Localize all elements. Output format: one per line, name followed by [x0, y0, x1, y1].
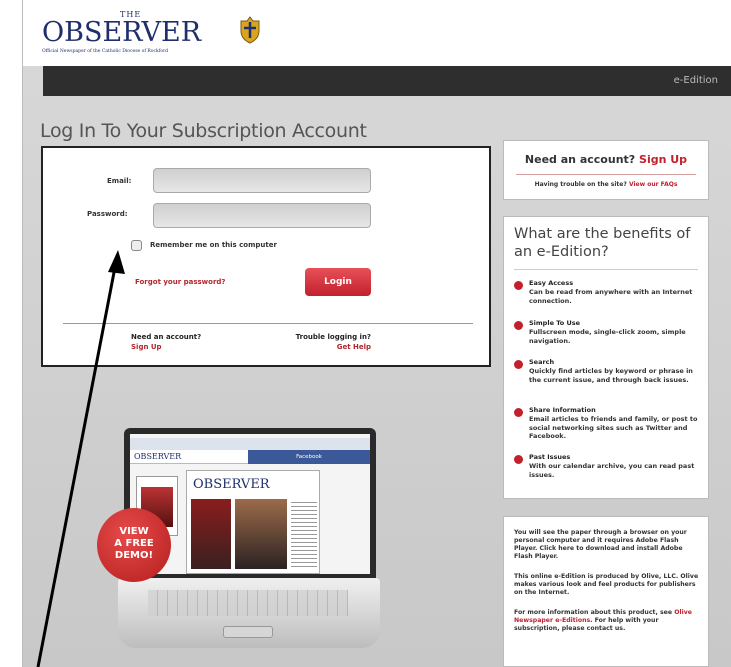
- benefit-desc: Can be read from anywhere with an Intern…: [529, 288, 693, 305]
- laptop-keyboard: [148, 590, 348, 616]
- top-navbar: e-Edition: [43, 66, 731, 96]
- screen-facebook-tab: Facebook: [248, 450, 370, 464]
- info-olive-text: This online e-Edition is produced by Oli…: [514, 573, 699, 596]
- remember-me-checkbox[interactable]: [131, 240, 142, 251]
- screen-photo: [191, 499, 231, 569]
- info-contact-text: For more information about this product,…: [514, 609, 702, 633]
- trouble-text: Trouble logging in?: [295, 333, 371, 341]
- sign-up-link[interactable]: Sign Up: [131, 342, 201, 352]
- need-account-block: Need an account? Sign Up: [131, 332, 201, 352]
- password-label: Password:: [87, 210, 128, 218]
- trouble-block: Trouble logging in? Get Help: [269, 332, 371, 352]
- bullet-icon: [514, 360, 523, 369]
- benefits-divider: [514, 269, 698, 270]
- password-field[interactable]: [153, 203, 371, 228]
- signup-title: Need an account? Sign Up: [504, 153, 708, 166]
- badge-line-1: VIEW: [119, 526, 149, 537]
- benefit-title: Past Issues: [529, 453, 571, 461]
- logo-name: OBSERVER: [42, 17, 202, 48]
- page-frame: THE OBSERVER Official Newspaper of the C…: [22, 0, 731, 667]
- signup-divider: [516, 174, 696, 175]
- screen-logo: OBSERVER: [193, 477, 270, 492]
- forgot-password-link[interactable]: Forgot your password?: [135, 278, 225, 286]
- benefit-title: Easy Access: [529, 279, 574, 287]
- bullet-icon: [514, 321, 523, 330]
- benefit-title: Share Information: [529, 406, 596, 414]
- sidebar-sign-up-link[interactable]: Sign Up: [639, 153, 687, 166]
- email-label: Email:: [107, 177, 132, 185]
- masthead: THE OBSERVER Official Newspaper of the C…: [23, 0, 731, 66]
- login-heading: Log In To Your Subscription Account: [40, 120, 367, 142]
- benefit-desc: Quickly find articles by keyword or phra…: [529, 367, 693, 384]
- laptop-trackpad: [223, 626, 273, 638]
- logo-tagline: Official Newspaper of the Catholic Dioce…: [42, 49, 169, 54]
- login-button[interactable]: Login: [305, 268, 371, 296]
- screen-mini-logo: OBSERVER: [134, 452, 182, 461]
- nav-e-edition-link[interactable]: e-Edition: [674, 75, 718, 86]
- info-contact-a: For more information about this product,…: [514, 609, 673, 616]
- bullet-icon: [514, 408, 523, 417]
- screen-text-column: [291, 499, 317, 569]
- benefit-desc: With our calendar archive, you can read …: [529, 462, 695, 479]
- laptop-base: [118, 578, 380, 648]
- remember-me-label: Remember me on this computer: [150, 241, 277, 249]
- info-flash-text: You will see the paper through a browser…: [514, 529, 687, 560]
- screen-photo: [235, 499, 287, 569]
- screen-toolbar: [130, 438, 370, 450]
- login-panel: Email: Password: Remember me on this com…: [41, 146, 491, 367]
- get-help-link[interactable]: Get Help: [269, 342, 371, 352]
- benefit-title: Simple To Use: [529, 319, 581, 327]
- benefits-heading: What are the benefits of an e-Edition?: [514, 226, 691, 260]
- info-box: You will see the paper through a browser…: [503, 516, 709, 667]
- benefit-desc: Fullscreen mode, single-click zoom, simp…: [529, 328, 686, 345]
- bullet-icon: [514, 281, 523, 290]
- benefits-box: What are the benefits of an e-Edition? E…: [503, 216, 709, 499]
- screen-newspaper-page: OBSERVER: [186, 470, 320, 574]
- signup-box: Need an account? Sign Up Having trouble …: [503, 140, 709, 200]
- faq-line: Having trouble on the site? View our FAQ…: [504, 181, 708, 188]
- signup-title-text: Need an account?: [524, 153, 636, 166]
- faq-text: Having trouble on the site?: [534, 181, 627, 188]
- observer-logo[interactable]: THE OBSERVER Official Newspaper of the C…: [42, 10, 262, 58]
- benefit-title: Search: [529, 358, 555, 366]
- divider: [63, 323, 473, 324]
- benefit-desc: Email articles to friends and family, or…: [529, 415, 698, 440]
- bullet-icon: [514, 455, 523, 464]
- faq-link[interactable]: View our FAQs: [629, 181, 677, 188]
- badge-line-3: DEMO!: [114, 550, 154, 561]
- view-demo-badge[interactable]: VIEW A FREE DEMO!: [97, 508, 171, 582]
- badge-line-2: A FREE: [114, 538, 154, 549]
- need-account-text: Need an account?: [131, 333, 202, 341]
- diocese-crest-icon: [240, 16, 260, 44]
- email-field[interactable]: [153, 168, 371, 193]
